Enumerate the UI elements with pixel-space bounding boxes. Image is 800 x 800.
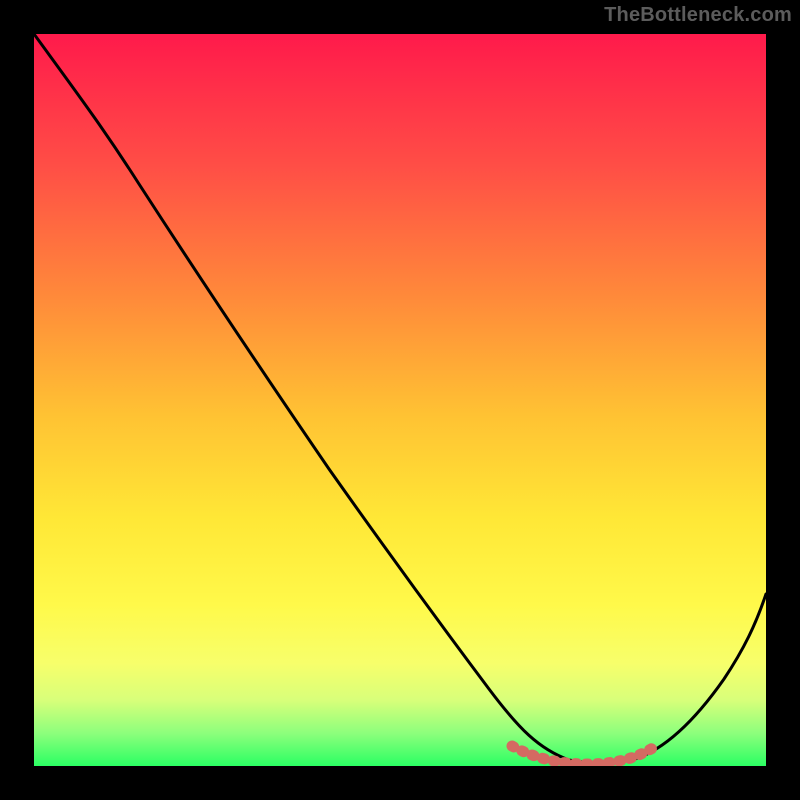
curve-layer: [34, 34, 766, 766]
bottleneck-curve: [34, 34, 766, 763]
optimal-band-marker: [512, 746, 656, 764]
gradient-plot-area: [34, 34, 766, 766]
chart-frame: TheBottleneck.com: [0, 0, 800, 800]
watermark-text: TheBottleneck.com: [604, 4, 792, 27]
